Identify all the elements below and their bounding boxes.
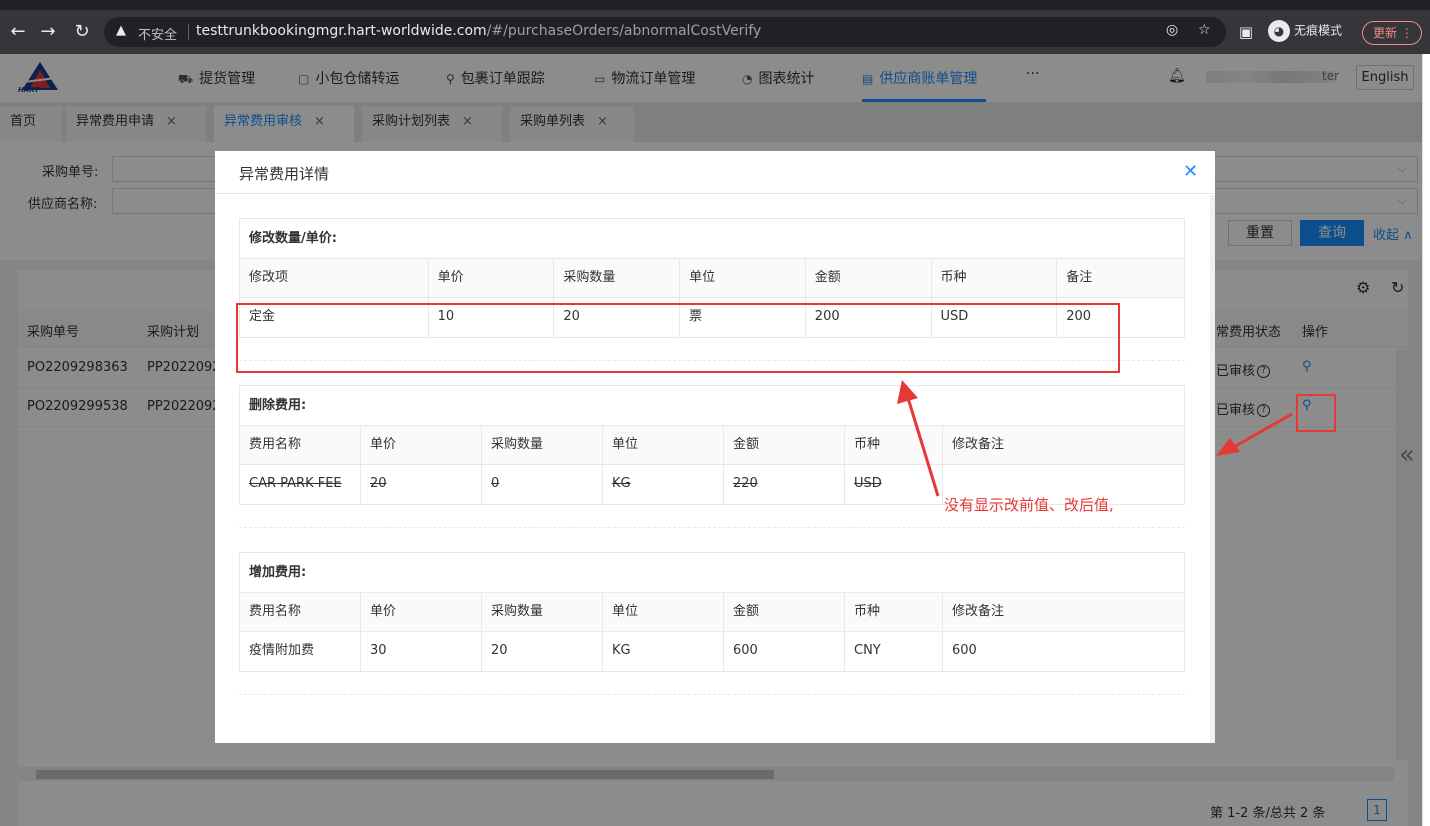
annotation-text: 没有显示改前值、改后值,: [944, 496, 1114, 514]
cell-quantity: 20: [482, 632, 603, 671]
close-icon[interactable]: ✕: [1183, 161, 1198, 182]
cell-quantity: 0: [482, 465, 603, 504]
annotation-box-detail-icon: [1296, 394, 1336, 432]
browser-titlebar: [0, 0, 1430, 10]
url-host: testtrunkbookingmgr.hart-worldwide.com: [196, 23, 487, 39]
cell-amount: 600: [724, 632, 845, 671]
th-remark: 备注: [1066, 270, 1093, 285]
cell-unit: KG: [603, 465, 724, 504]
th-currency: 币种: [845, 593, 943, 631]
url-text[interactable]: testtrunkbookingmgr.hart-worldwide.com/#…: [196, 23, 761, 39]
cell-fee-name: CAR PARK FEE: [240, 465, 361, 504]
sidebar-icon[interactable]: ▣: [1234, 20, 1258, 44]
insecure-label: 不安全: [138, 28, 178, 43]
back-icon[interactable]: ←: [6, 20, 30, 44]
th-fee-name: 费用名称: [240, 426, 361, 464]
th-modify-item: 修改项: [240, 259, 429, 297]
url-path: /#/purchaseOrders/abnormalCostVerify: [486, 23, 762, 39]
add-section: 增加费用: 费用名称 单价 采购数量 单位 金额 币种 修改备注 疫情附加费 3…: [239, 552, 1185, 672]
th-quantity: 采购数量: [482, 426, 603, 464]
th-quantity: 采购数量: [482, 593, 603, 631]
th-amount: 金额: [724, 426, 845, 464]
th-unit: 单位: [603, 593, 724, 631]
warning-icon[interactable]: ▲: [116, 23, 126, 38]
cell-amount: 220: [724, 465, 845, 504]
right-edge-panel: [1422, 54, 1430, 826]
annotation-box-modify-row: [236, 303, 1120, 373]
cell-unit: KG: [603, 632, 724, 671]
modify-table-header: 修改项 单价 采购数量 单位 金额 币种 备注: [240, 259, 1184, 298]
star-icon[interactable]: ☆: [1198, 22, 1211, 38]
browser-toolbar: ← → ↻ ▲ 不安全 testtrunkbookingmgr.hart-wor…: [0, 10, 1430, 54]
th-fee-name: 费用名称: [240, 593, 361, 631]
add-table-row: 疫情附加费 30 20 KG 600 CNY 600: [240, 632, 1184, 671]
section-title: 增加费用:: [240, 553, 1184, 593]
th-currency: 币种: [845, 426, 943, 464]
cell-fee-name: 疫情附加费: [240, 632, 361, 671]
abnormal-cost-detail-modal: 异常费用详情 ✕ 修改数量/单价: 修改项 单价 采购数量 单位 金额 币种 备…: [215, 151, 1215, 743]
update-label: 更新: [1373, 26, 1398, 40]
cell-currency: USD: [845, 465, 943, 504]
omnibox-divider: [188, 24, 189, 40]
cell-currency: CNY: [845, 632, 943, 671]
reload-icon[interactable]: ↻: [70, 20, 94, 44]
incognito-label: 无痕模式: [1294, 23, 1343, 38]
cell-unit-price: 20: [361, 465, 482, 504]
address-bar[interactable]: ▲ 不安全 testtrunkbookingmgr.hart-worldwide…: [104, 17, 1226, 47]
th-amount: 金额: [724, 593, 845, 631]
forward-icon[interactable]: →: [36, 20, 60, 44]
modal-scrollbar[interactable]: [1210, 195, 1215, 743]
modal-title: 异常费用详情: [239, 165, 330, 183]
delete-section: 删除费用: 费用名称 单价 采购数量 单位 金额 币种 修改备注 CAR PAR…: [239, 385, 1185, 505]
cell-unit-price: 30: [361, 632, 482, 671]
incognito-icon: ◕: [1268, 20, 1290, 42]
th-currency: 币种: [932, 259, 1058, 297]
section-title: 修改数量/单价:: [240, 219, 1184, 259]
cell-modify-remark: 600: [952, 643, 977, 658]
th-unit-price: 单价: [361, 593, 482, 631]
th-amount: 金额: [806, 259, 932, 297]
th-unit: 单位: [603, 426, 724, 464]
update-button[interactable]: 更新 ⋮: [1362, 21, 1422, 45]
eye-off-icon[interactable]: ◎: [1166, 22, 1178, 38]
delete-table-header: 费用名称 单价 采购数量 单位 金额 币种 修改备注: [240, 426, 1184, 465]
section-title: 删除费用:: [240, 386, 1184, 426]
add-table-header: 费用名称 单价 采购数量 单位 金额 币种 修改备注: [240, 593, 1184, 632]
th-quantity: 采购数量: [554, 259, 681, 297]
th-unit: 单位: [680, 259, 806, 297]
modal-divider: [215, 193, 1215, 194]
th-unit-price: 单价: [361, 426, 482, 464]
th-unit-price: 单价: [429, 259, 555, 297]
section-separator: [239, 694, 1185, 695]
th-modify-remark: 修改备注: [952, 437, 1005, 452]
incognito-indicator[interactable]: ◕ 无痕模式: [1268, 20, 1342, 42]
th-modify-remark: 修改备注: [952, 604, 1005, 619]
section-separator: [239, 527, 1185, 528]
